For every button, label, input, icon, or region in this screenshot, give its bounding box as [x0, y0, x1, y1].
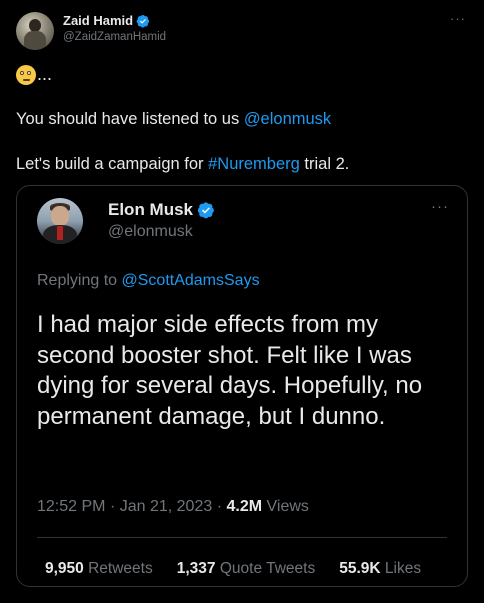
tweet-time[interactable]: 12:52 PM: [37, 498, 105, 515]
tweet-text-line-1: You should have listened to us @elonmusk: [16, 110, 331, 129]
tweet-text-2a: Let's build a campaign for: [16, 155, 209, 173]
quotes-label: Quote Tweets: [219, 560, 316, 577]
tweet-text-2b: trial 2.: [299, 155, 350, 173]
engagement-stats: 9,950 Retweets 1,337 Quote Tweets 55.9K …: [45, 560, 421, 578]
replying-to-link[interactable]: @ScottAdamsSays: [122, 272, 260, 289]
author-name[interactable]: Zaid Hamid: [63, 13, 133, 28]
avatar-tie-shape: [57, 226, 63, 240]
quoted-tweet-body: I had major side effects from my second …: [37, 311, 423, 430]
quoted-tweet-card[interactable]: Elon Musk @elonmusk ··· Replying to @Sco…: [16, 185, 468, 587]
quotes-count: 1,337: [176, 560, 216, 577]
mention-link[interactable]: @elonmusk: [244, 110, 331, 128]
views-label: Views: [266, 498, 309, 515]
replying-to: Replying to @ScottAdamsSays: [37, 272, 260, 290]
hashtag-link[interactable]: #Nuremberg: [208, 155, 300, 173]
face-with-rolling-eyes-icon: [16, 64, 36, 85]
quoted-author-handle[interactable]: @elonmusk: [108, 223, 193, 241]
emoji-suffix-text: ...: [37, 64, 53, 84]
more-options-button[interactable]: ···: [450, 11, 466, 26]
quoted-author-name[interactable]: Elon Musk: [108, 200, 193, 220]
likes-count: 55.9K: [339, 560, 381, 577]
quoted-author-name-row[interactable]: Elon Musk: [108, 200, 215, 220]
verified-badge-icon: [136, 14, 150, 28]
meta-separator: ·: [216, 498, 223, 515]
quote-tweets-stat[interactable]: 1,337 Quote Tweets: [177, 560, 315, 578]
likes-label: Likes: [384, 560, 422, 577]
tweet-text-1: You should have listened to us: [16, 110, 244, 128]
emoji-line: ...: [16, 64, 52, 85]
author-avatar[interactable]: [16, 12, 54, 50]
retweets-count: 9,950: [45, 560, 84, 577]
tweet-text-line-2: Let's build a campaign for #Nuremberg tr…: [16, 155, 349, 174]
verified-badge-icon: [197, 202, 214, 219]
author-name-row[interactable]: Zaid Hamid: [63, 13, 150, 28]
replying-prefix: Replying to: [37, 272, 122, 289]
likes-stat[interactable]: 55.9K Likes: [339, 560, 421, 578]
retweets-stat[interactable]: 9,950 Retweets: [45, 560, 153, 578]
quoted-more-options-button[interactable]: ···: [431, 198, 449, 215]
views-count: 4.2M: [226, 498, 263, 515]
divider: [37, 537, 447, 538]
author-handle[interactable]: @ZaidZamanHamid: [63, 31, 166, 43]
quoted-author-avatar[interactable]: [37, 198, 83, 244]
avatar-body-shape: [24, 31, 46, 50]
avatar-face-shape: [51, 206, 69, 226]
tweet-date[interactable]: Jan 21, 2023: [120, 498, 213, 515]
meta-separator: ·: [109, 498, 116, 515]
outer-tweet: Zaid Hamid @ZaidZamanHamid ··· ... You s…: [0, 0, 484, 603]
tweet-meta: 12:52 PM · Jan 21, 2023 · 4.2M Views: [37, 498, 309, 516]
retweets-label: Retweets: [88, 560, 153, 577]
